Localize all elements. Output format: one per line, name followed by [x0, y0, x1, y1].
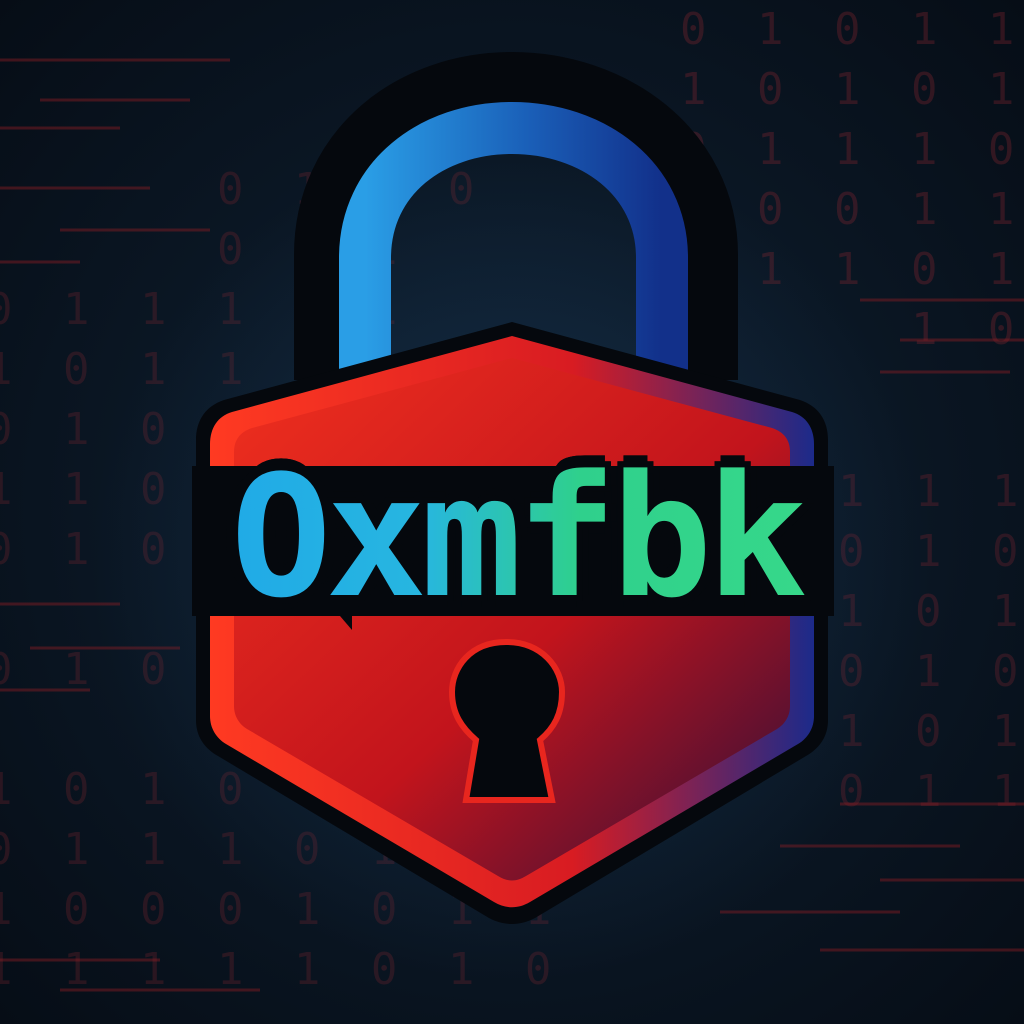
keyhole-icon [448, 638, 566, 803]
logo-canvas: 0 1 0 1 1 0 1 1 0 1 0 1 1 1 0 1 1 1 0 1 … [0, 0, 1024, 1024]
brand-wordmark: Oxmfbk [196, 432, 836, 642]
